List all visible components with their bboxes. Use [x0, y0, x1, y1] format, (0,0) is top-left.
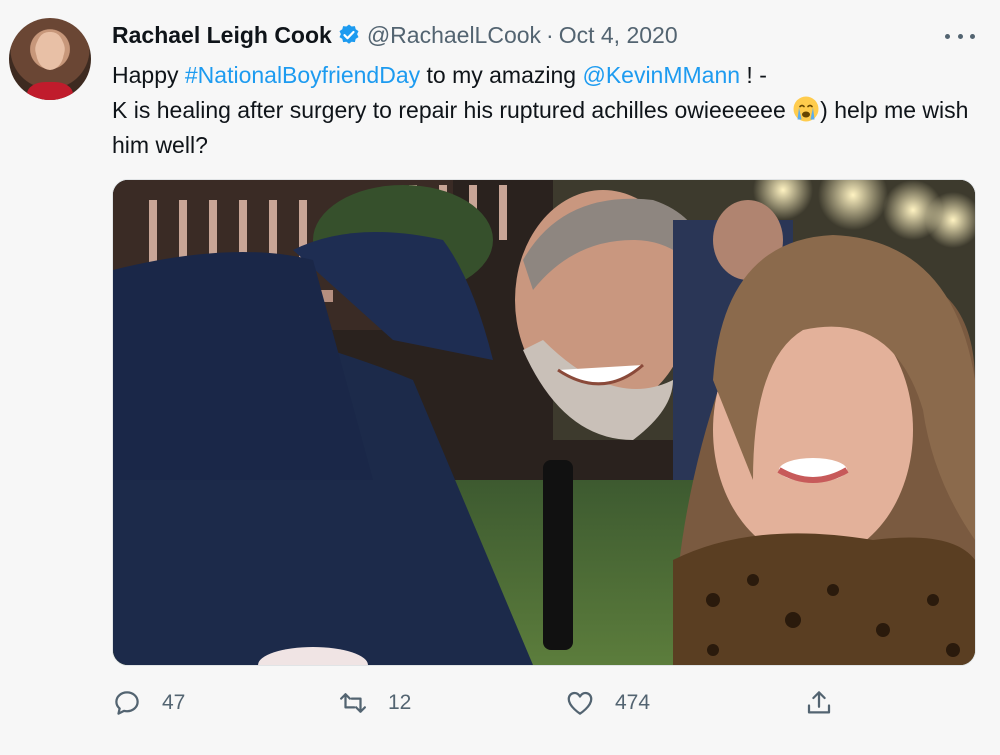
- author-handle[interactable]: @RachaelLCook: [367, 22, 541, 49]
- more-options-icon[interactable]: [945, 26, 975, 46]
- text-part: ! -: [740, 62, 767, 88]
- hashtag-link[interactable]: #NationalBoyfriendDay: [185, 62, 420, 88]
- photo-illustration: [113, 180, 975, 665]
- more-dot: [957, 33, 963, 39]
- verified-badge-icon: [339, 24, 359, 44]
- avatar-shirt: [27, 82, 73, 100]
- tweet-photo[interactable]: [112, 179, 976, 666]
- tweet-text: Happy #NationalBoyfriendDay to my amazin…: [112, 58, 977, 163]
- tweet-actions: 47 12 474: [0, 686, 1000, 720]
- reply-button[interactable]: 47: [112, 686, 185, 720]
- author-avatar[interactable]: [9, 18, 91, 100]
- retweet-count: 12: [388, 691, 412, 714]
- reply-icon: [115, 691, 139, 715]
- text-part: Happy: [112, 62, 185, 88]
- text-part: K is healing after surgery to repair his…: [112, 97, 793, 123]
- separator-dot: ·: [546, 21, 554, 48]
- like-count: 474: [615, 691, 651, 714]
- tweet-date[interactable]: Oct 4, 2020: [559, 22, 678, 49]
- like-button[interactable]: 474: [565, 686, 650, 720]
- retweet-icon: [340, 693, 366, 713]
- avatar-face: [36, 32, 64, 70]
- more-dot: [945, 33, 950, 39]
- mention-link[interactable]: @KevinMMann: [582, 62, 740, 88]
- heart-icon: [567, 691, 593, 715]
- text-part: to my amazing: [420, 62, 583, 88]
- more-dot: [970, 33, 975, 39]
- author-name[interactable]: Rachael Leigh Cook: [112, 22, 332, 49]
- crying-face-emoji-icon: [793, 96, 819, 122]
- reply-count: 47: [162, 691, 186, 714]
- retweet-button[interactable]: 12: [338, 686, 411, 720]
- share-icon: [807, 691, 831, 714]
- share-button[interactable]: [804, 686, 834, 720]
- tweet-header: Rachael Leigh Cook @RachaelLCook · Oct 4…: [112, 20, 678, 50]
